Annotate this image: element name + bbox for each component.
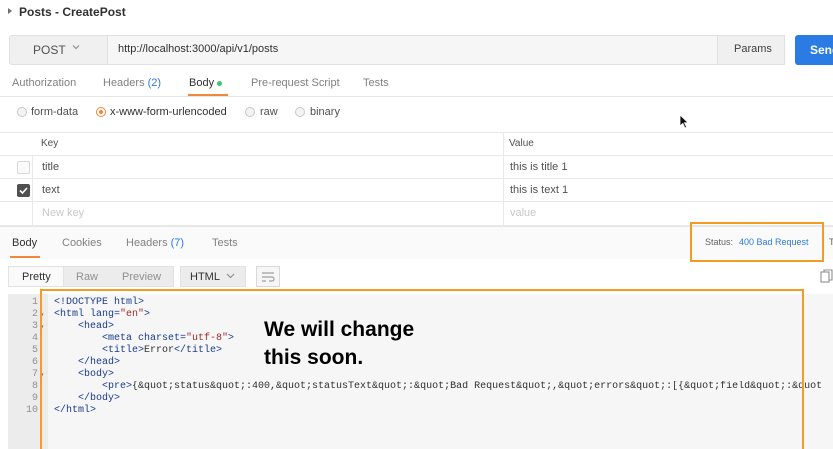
value-column-header: Value	[509, 138, 534, 149]
table-border	[0, 132, 833, 133]
preview-button[interactable]: Preview	[122, 271, 161, 283]
row-checkbox-text[interactable]	[17, 184, 30, 197]
tab-prerequest-script[interactable]: Pre-request Script	[251, 77, 340, 89]
send-label: Send	[810, 43, 833, 57]
radio-binary-label[interactable]: binary	[310, 106, 340, 118]
radio-binary[interactable]	[295, 107, 305, 117]
radio-urlencoded-label[interactable]: x-www-form-urlencoded	[110, 106, 227, 118]
new-value-input[interactable]: value	[510, 207, 536, 219]
raw-button[interactable]: Raw	[76, 271, 98, 283]
tab-body[interactable]: Body	[189, 77, 223, 89]
response-tab-cookies[interactable]: Cookies	[62, 237, 102, 249]
line-number: 5	[31, 345, 38, 356]
line-number: 4	[31, 333, 38, 344]
method-label: POST	[33, 43, 66, 57]
radio-urlencoded[interactable]	[96, 107, 106, 117]
tab-tests[interactable]: Tests	[363, 77, 389, 89]
line-number: 10	[25, 405, 38, 416]
status-highlight-box	[690, 222, 824, 262]
line-number: 6	[31, 357, 38, 368]
chevron-down-icon	[72, 45, 80, 50]
response-tab-tests[interactable]: Tests	[212, 237, 238, 249]
table-border	[0, 178, 833, 179]
collapse-caret-icon[interactable]	[8, 8, 12, 14]
new-key-input[interactable]: New key	[42, 207, 84, 219]
headers-count: (2)	[147, 77, 162, 89]
param-value[interactable]: this is title 1	[510, 161, 567, 173]
radio-raw-label[interactable]: raw	[260, 106, 278, 118]
response-tab-body[interactable]: Body	[12, 237, 37, 249]
tab-headers-label: Headers	[103, 77, 145, 89]
copy-icon[interactable]	[820, 269, 833, 283]
line-number: 3	[31, 321, 38, 332]
url-text: http://localhost:3000/api/v1/posts	[118, 43, 279, 55]
line-number: 7	[31, 369, 38, 380]
tab-body-label: Body	[189, 77, 215, 89]
tab-authorization[interactable]: Authorization	[12, 77, 76, 89]
tab-headers[interactable]: Headers (2)	[103, 77, 161, 89]
row-checkbox-title[interactable]	[17, 161, 30, 174]
body-indicator-dot	[217, 80, 223, 86]
request-title: Posts - CreatePost	[19, 5, 126, 19]
param-key[interactable]: title	[42, 161, 59, 173]
table-border	[0, 155, 833, 156]
response-tab-headers[interactable]: Headers (7)	[126, 237, 184, 249]
line-number: 8	[31, 381, 38, 392]
time-label: T	[829, 237, 833, 247]
key-column-header: Key	[41, 138, 59, 149]
param-key[interactable]: text	[42, 184, 60, 196]
pretty-button[interactable]: Pretty	[22, 271, 51, 283]
wrap-lines-icon	[262, 272, 275, 282]
line-number: 1	[31, 297, 38, 308]
chevron-down-icon	[226, 273, 235, 279]
divider	[0, 96, 833, 97]
radio-raw[interactable]	[245, 107, 255, 117]
active-tab-indicator	[10, 256, 40, 258]
response-headers-label: Headers	[126, 237, 168, 249]
table-column-divider	[503, 132, 504, 226]
wrap-lines-button[interactable]	[256, 266, 280, 287]
line-number: 2	[31, 309, 38, 320]
params-label: Params	[734, 43, 772, 55]
annotation-text: We will change this soon.	[264, 318, 415, 369]
radio-form-data-label[interactable]: form-data	[31, 106, 78, 118]
param-value[interactable]: this is text 1	[510, 184, 568, 196]
mouse-pointer-icon	[679, 114, 689, 129]
checkmark-icon	[19, 187, 28, 195]
radio-form-data[interactable]	[17, 107, 27, 117]
table-column-divider	[32, 155, 33, 226]
response-headers-count: (7)	[170, 237, 185, 249]
format-label: HTML	[190, 271, 220, 283]
line-number: 9	[31, 393, 38, 404]
table-border	[0, 201, 833, 202]
